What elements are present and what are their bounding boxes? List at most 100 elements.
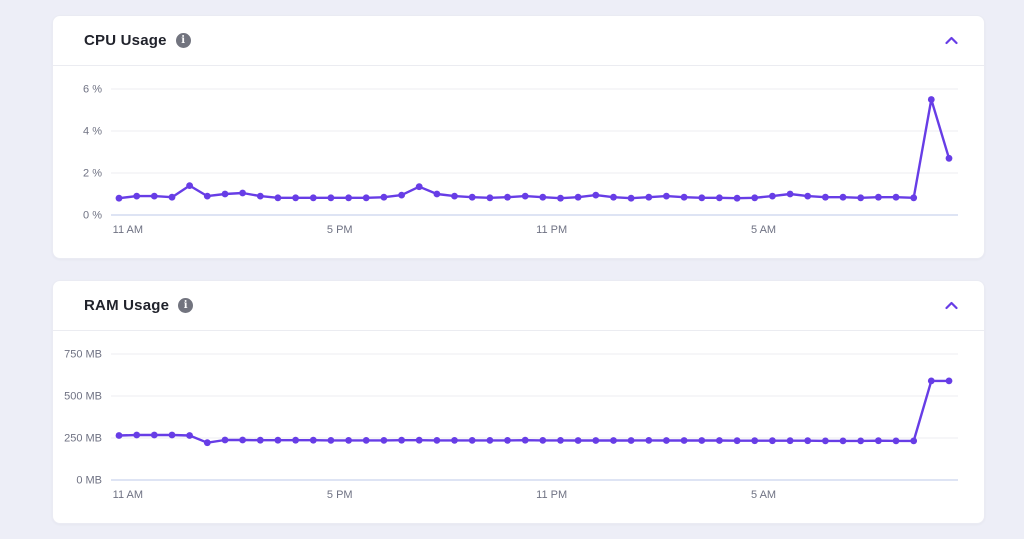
- cpu-usage-chart: 0 %2 %4 %6 %11 AM5 PM11 PM5 AM: [53, 67, 986, 257]
- ram-card-title: RAM Usage: [84, 297, 169, 314]
- data-point: [434, 191, 441, 198]
- data-point: [222, 191, 229, 198]
- info-icon[interactable]: i: [176, 33, 191, 48]
- data-point: [592, 437, 599, 444]
- y-tick-label: 0 MB: [76, 475, 102, 487]
- x-tick-label: 5 AM: [751, 224, 776, 236]
- data-point: [857, 438, 864, 445]
- data-point: [769, 193, 776, 200]
- data-point: [204, 193, 211, 200]
- data-point: [345, 437, 352, 444]
- data-point: [539, 194, 546, 201]
- cpu-collapse-button[interactable]: [941, 32, 962, 49]
- data-point: [186, 182, 193, 189]
- data-point: [451, 437, 458, 444]
- data-point: [822, 194, 829, 201]
- ram-usage-card: RAM Usage i 0 MB 250 MB 500 MB 750 MB 11 AM 5…: [52, 280, 985, 524]
- data-point: [875, 437, 882, 444]
- data-point: [328, 437, 335, 444]
- data-point: [204, 439, 211, 446]
- data-point: [628, 437, 635, 444]
- data-point: [169, 194, 176, 201]
- y-tick-label: 500 MB: [64, 391, 102, 403]
- data-point: [434, 437, 441, 444]
- data-point: [116, 195, 123, 202]
- data-point: [822, 438, 829, 445]
- data-point: [628, 195, 635, 202]
- data-point: [910, 438, 917, 445]
- ram-usage-chart: 0 MB250 MB500 MB750 MB11 AM5 PM11 PM5 AM: [53, 332, 986, 522]
- data-point: [169, 432, 176, 439]
- x-tick-label: 11 AM: [113, 224, 143, 236]
- data-point: [257, 437, 264, 444]
- data-point: [575, 194, 582, 201]
- y-tick-label: 0 %: [83, 210, 102, 222]
- y-tick-label: 750 MB: [64, 349, 102, 361]
- data-point: [381, 437, 388, 444]
- data-point: [292, 437, 299, 444]
- cpu-card-header: CPU Usage i: [53, 16, 984, 66]
- data-point: [910, 194, 917, 201]
- data-point: [716, 194, 723, 201]
- ram-card-header: RAM Usage i: [53, 281, 984, 331]
- data-point: [345, 194, 352, 201]
- data-point: [804, 193, 811, 200]
- cpu-card-title: CPU Usage: [84, 32, 167, 49]
- data-point: [539, 437, 546, 444]
- data-point: [451, 193, 458, 200]
- data-point: [840, 194, 847, 201]
- data-point: [769, 437, 776, 444]
- data-point: [310, 437, 317, 444]
- chevron-up-icon: [945, 36, 958, 45]
- x-tick-label: 11 AM: [113, 489, 143, 501]
- data-point: [875, 194, 882, 201]
- data-point: [857, 194, 864, 201]
- data-point: [893, 194, 900, 201]
- data-point: [363, 437, 370, 444]
- data-point: [381, 194, 388, 201]
- data-point: [522, 437, 529, 444]
- data-point: [946, 378, 953, 385]
- data-point: [504, 437, 511, 444]
- cpu-usage-card: CPU Usage i 0 %2 %4 %6 %11 AM5 PM11 PM5 …: [52, 15, 985, 259]
- data-point: [133, 432, 140, 439]
- x-tick-label: 5 AM: [751, 489, 776, 501]
- data-point: [416, 437, 423, 444]
- data-point: [663, 437, 670, 444]
- data-point: [469, 194, 476, 201]
- data-point: [698, 437, 705, 444]
- data-point: [151, 193, 158, 200]
- data-point: [275, 194, 282, 201]
- data-line: [119, 100, 949, 199]
- y-tick-label: 250 MB: [64, 433, 102, 445]
- data-point: [504, 194, 511, 201]
- data-point: [222, 437, 229, 444]
- data-point: [645, 194, 652, 201]
- data-point: [928, 96, 935, 103]
- data-point: [893, 438, 900, 445]
- data-point: [398, 192, 405, 199]
- data-point: [239, 190, 246, 197]
- data-point: [151, 432, 158, 439]
- ram-collapse-button[interactable]: [941, 297, 962, 314]
- data-point: [804, 437, 811, 444]
- data-point: [787, 191, 794, 198]
- data-point: [645, 437, 652, 444]
- data-point: [310, 194, 317, 201]
- info-icon[interactable]: i: [178, 298, 193, 313]
- y-tick-label: 4 %: [83, 126, 102, 138]
- data-point: [186, 432, 193, 439]
- data-point: [751, 194, 758, 201]
- data-point: [698, 194, 705, 201]
- data-point: [575, 437, 582, 444]
- data-point: [592, 192, 599, 199]
- y-tick-label: 6 %: [83, 84, 102, 96]
- data-point: [257, 193, 264, 200]
- data-point: [716, 437, 723, 444]
- data-point: [522, 193, 529, 200]
- data-point: [416, 183, 423, 190]
- x-tick-label: 11 PM: [536, 489, 567, 501]
- data-point: [610, 437, 617, 444]
- data-point: [734, 437, 741, 444]
- data-point: [787, 437, 794, 444]
